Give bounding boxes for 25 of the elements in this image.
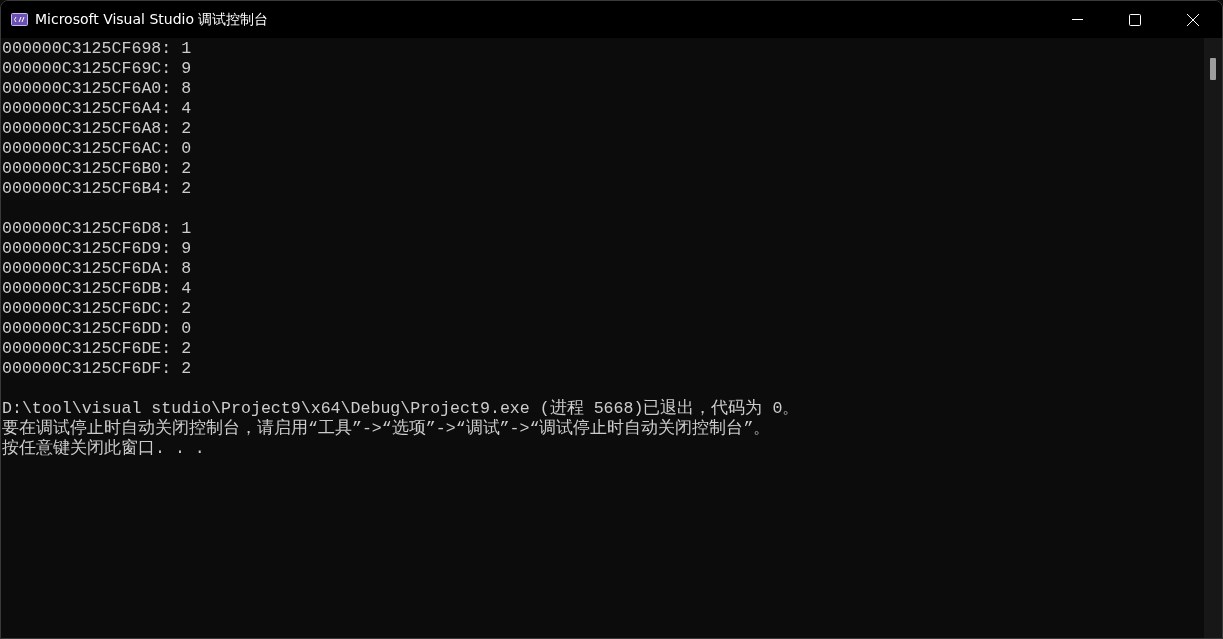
window-title: Microsoft Visual Studio 调试控制台	[35, 10, 270, 29]
console-app-icon	[11, 13, 28, 26]
console-line: 要在调试停止时自动关闭控制台，请启用“工具”->“选项”->“调试”->“调试停止时自动关闭控制台”。	[1, 419, 772, 438]
scrollbar-track[interactable]	[1204, 38, 1222, 638]
scrollbar-thumb[interactable]	[1210, 58, 1216, 80]
console-line: 按任意键关闭此窗口. . .	[1, 439, 206, 459]
console-line: D:\tool\visual studio\Project9\x64\Debug\Project9.exe (进程 5668)已退出，代码为 0。	[1, 399, 801, 418]
console-line: 000000C3125CF6A4: 4	[1, 99, 193, 119]
console-line: 000000C3125CF6DD: 0	[1, 319, 193, 339]
console-line: 000000C3125CF6B4: 2	[1, 179, 193, 199]
console-line: 000000C3125CF6DB: 4	[1, 279, 193, 299]
console-line: 000000C3125CF6DC: 2	[1, 299, 193, 319]
console-line: 000000C3125CF6A8: 2	[1, 119, 193, 139]
console-line: 000000C3125CF698: 1	[1, 39, 193, 59]
console-line: 000000C3125CF6DF: 2	[1, 359, 193, 379]
close-icon	[1187, 13, 1199, 26]
console-line: 000000C3125CF6A0: 8	[1, 79, 193, 99]
console-line: 000000C3125CF69C: 9	[1, 59, 193, 79]
maximize-icon	[1129, 13, 1141, 26]
console-line: 000000C3125CF6B0: 2	[1, 159, 193, 179]
console-line: 000000C3125CF6AC: 0	[1, 139, 193, 159]
console-line: 000000C3125CF6DA: 8	[1, 259, 193, 279]
console-line: 000000C3125CF6D8: 1	[1, 219, 193, 239]
console-line: 000000C3125CF6DE: 2	[1, 339, 193, 359]
console-line: 000000C3125CF6D9: 9	[1, 239, 193, 259]
